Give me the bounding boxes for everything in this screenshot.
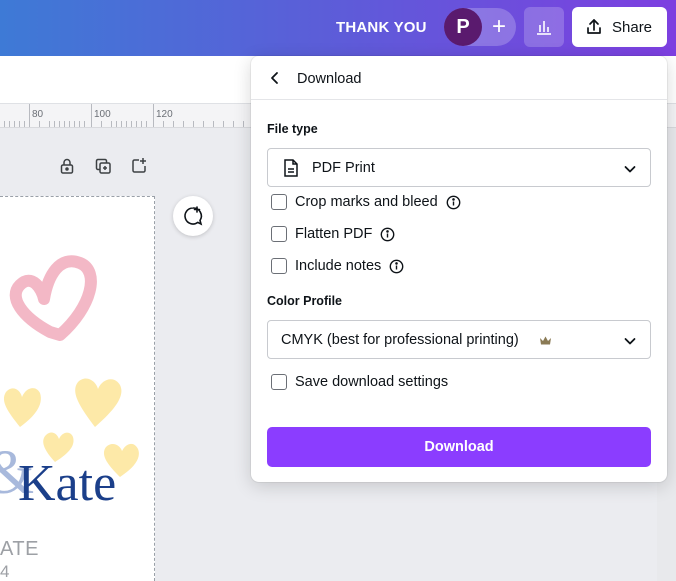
save-settings-checkbox[interactable] (271, 374, 287, 390)
color-profile-label: Color Profile (267, 294, 343, 308)
include-notes-label: Include notes (295, 258, 382, 274)
color-profile-value: CMYK (best for professional printing) (281, 332, 519, 348)
color-profile-select[interactable]: CMYK (best for professional printing) (267, 320, 651, 359)
design-page[interactable] (0, 196, 155, 581)
crown-icon (540, 336, 551, 345)
date-text-2: 4 (0, 562, 10, 581)
back-button[interactable] (265, 68, 285, 88)
duplicate-icon (95, 158, 111, 174)
ruler-label-100: 100 (94, 109, 111, 120)
insights-button[interactable] (524, 7, 564, 47)
avatar[interactable]: P (444, 8, 482, 46)
chevron-left-icon (271, 72, 278, 84)
duplicate-page-button[interactable] (92, 155, 114, 177)
page-tools (56, 155, 150, 179)
bar-chart-icon (537, 21, 551, 35)
crop-marks-label: Crop marks and bleed (295, 194, 438, 210)
flatten-pdf-checkbox[interactable] (271, 226, 287, 242)
top-bar: THANK YOU P + Share (0, 0, 676, 56)
document-icon (284, 159, 298, 177)
add-comment-button[interactable] (173, 196, 213, 236)
info-icon[interactable] (446, 195, 461, 210)
file-type-value: PDF Print (312, 160, 375, 176)
info-icon[interactable] (380, 227, 395, 242)
download-button[interactable]: Download (267, 427, 651, 467)
ruler-label-80: 80 (32, 109, 44, 120)
file-type-label: File type (267, 122, 318, 136)
upload-icon (587, 19, 601, 34)
save-settings-option: Save download settings (271, 372, 448, 392)
file-type-select[interactable]: PDF Print (267, 148, 651, 187)
name-text: Kate (18, 455, 117, 512)
date-text: ATE (0, 538, 39, 560)
flatten-pdf-option: Flatten PDF (271, 224, 395, 244)
document-title[interactable]: THANK YOU (336, 19, 427, 36)
include-notes-option: Include notes (271, 256, 404, 276)
crop-marks-checkbox[interactable] (271, 194, 287, 210)
panel-title: Download (297, 71, 362, 87)
add-page-button[interactable] (128, 155, 150, 177)
include-notes-checkbox[interactable] (271, 258, 287, 274)
download-panel: Download File type PDF Print Crop marks … (251, 56, 667, 482)
add-page-icon (132, 158, 146, 173)
share-label: Share (612, 18, 653, 36)
ruler-label-120: 120 (156, 109, 173, 120)
lock-icon (60, 158, 74, 174)
flatten-pdf-label: Flatten PDF (295, 226, 373, 242)
chevron-down-icon (624, 338, 636, 345)
crop-marks-option: Crop marks and bleed (271, 192, 461, 212)
panel-header: Download (251, 56, 667, 100)
share-button[interactable]: Share (572, 7, 667, 47)
lock-page-button[interactable] (56, 155, 78, 177)
info-icon[interactable] (389, 259, 404, 274)
save-settings-label: Save download settings (295, 374, 449, 390)
add-people-button[interactable]: + (482, 10, 516, 44)
plus-icon: + (491, 13, 506, 40)
chevron-down-icon (624, 166, 636, 173)
comment-add-icon (184, 206, 203, 226)
